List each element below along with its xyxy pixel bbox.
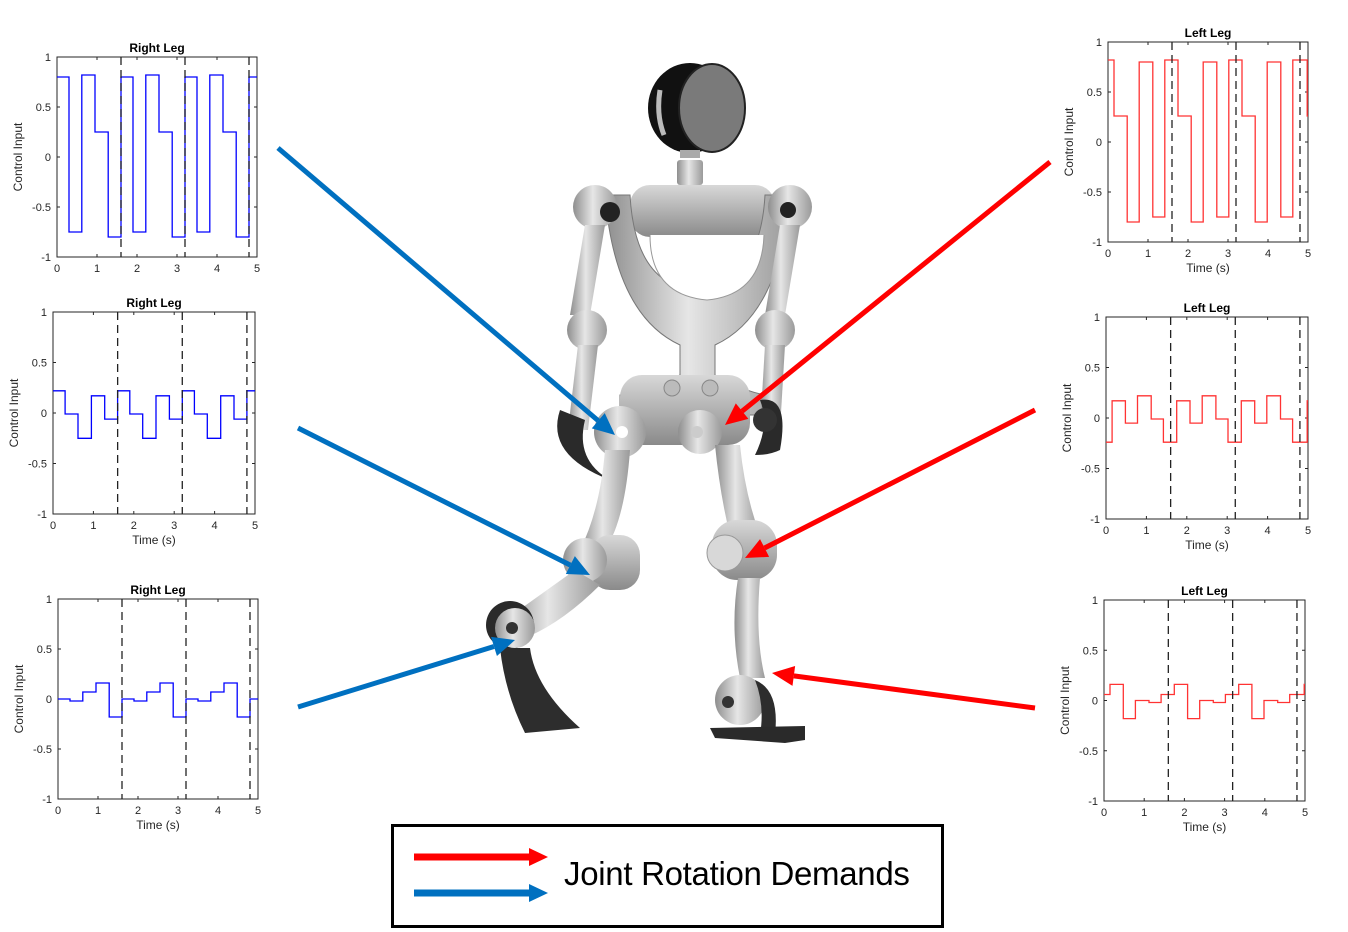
arrow-shaft [276, 146, 600, 423]
arrow-shaft [763, 407, 1037, 551]
arrow-shaft [793, 673, 1036, 711]
right-hip-arrow [276, 146, 615, 435]
legend-red-arrow [414, 848, 548, 866]
left-hip-arrow [725, 160, 1052, 425]
arrow-overlay [276, 146, 1052, 711]
arrow-shaft [740, 160, 1052, 414]
left-knee-arrow [745, 407, 1037, 558]
arrow-shaft [296, 425, 572, 568]
arrow-head-icon [772, 665, 796, 686]
legend-blue-arrow [414, 884, 548, 902]
arrow-head-icon [491, 636, 515, 657]
legend: Joint Rotation Demands [391, 824, 944, 928]
right-knee-arrow [296, 425, 590, 575]
right-ankle-arrow [297, 636, 515, 710]
left-ankle-arrow [772, 665, 1036, 711]
legend-label: Joint Rotation Demands [564, 855, 910, 892]
arrow-shaft [297, 644, 495, 710]
